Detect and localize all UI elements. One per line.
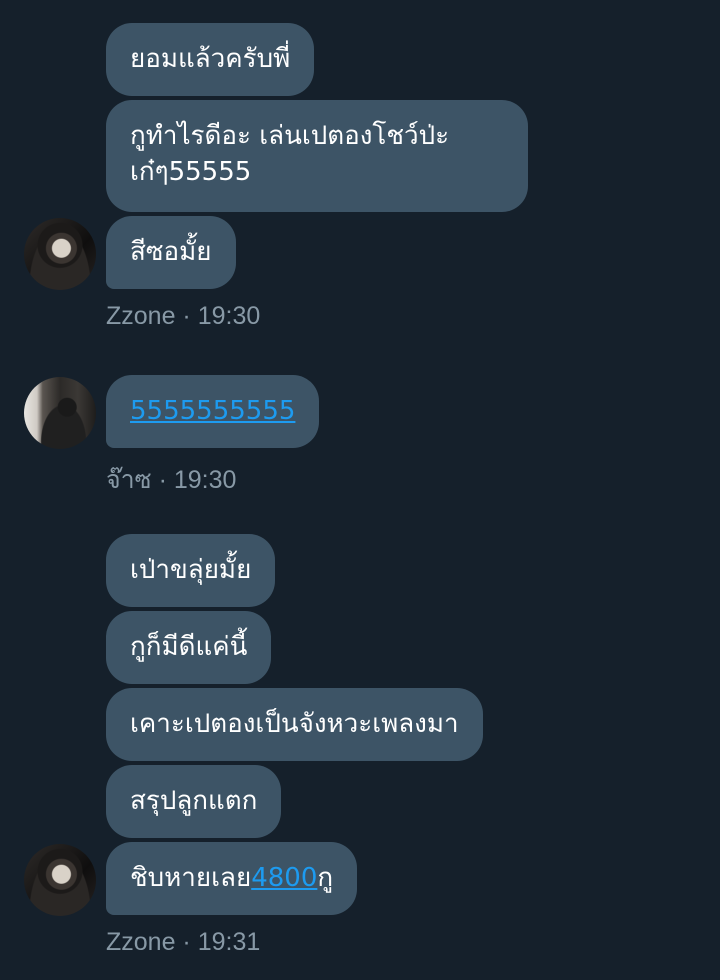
message-bubble[interactable]: ยอมแล้วครับพี่ — [106, 23, 315, 96]
sender-avatar[interactable] — [24, 844, 96, 916]
message-text: สีซอมั้ย — [130, 237, 212, 267]
message-link[interactable]: 4800 — [251, 863, 317, 893]
message-link[interactable]: 5555555555 — [130, 396, 295, 426]
message-meta: Zzone · 19:30 — [106, 302, 261, 330]
message-text: เคาะเปตองเป็นจังหวะเพลงมา — [130, 709, 459, 739]
message-bubble[interactable]: 5555555555 — [106, 375, 320, 448]
message-text: กูทำไรดีอะ เล่นเปตองโชว์ป่ะเก๋ๆ55555 — [130, 121, 450, 187]
message-text: ยอมแล้วครับพี่ — [130, 44, 291, 74]
message-bubble[interactable]: เคาะเปตองเป็นจังหวะเพลงมา — [106, 688, 483, 761]
message-bubble[interactable]: กูทำไรดีอะ เล่นเปตองโชว์ป่ะเก๋ๆ55555 — [106, 100, 528, 212]
message-text: เป่าขลุ่ยมั้ย — [130, 555, 252, 585]
message-text: ชิบหายเลย — [130, 863, 252, 893]
message-meta: Zzone · 19:31 — [106, 928, 261, 956]
dm-thread: ยอมแล้วครับพี่ กูทำไรดีอะ เล่นเปตองโชว์ป… — [0, 0, 720, 980]
message-bubble[interactable]: เป่าขลุ่ยมั้ย — [106, 534, 276, 607]
sender-avatar[interactable] — [24, 377, 96, 449]
message-meta: จ๊าซ · 19:30 — [106, 466, 237, 494]
message-bubble[interactable]: กูก็มีดีแค่นี้ — [106, 611, 272, 684]
message-bubble[interactable]: ชิบหายเลย4800กู — [106, 842, 358, 915]
message-bubble[interactable]: สรุปลูกแตก — [106, 765, 282, 838]
message-text: กูก็มีดีแค่นี้ — [130, 632, 248, 662]
message-bubble[interactable]: สีซอมั้ย — [106, 216, 236, 289]
sender-avatar[interactable] — [24, 218, 96, 290]
message-text: กู — [317, 863, 334, 893]
message-text: สรุปลูกแตก — [130, 786, 258, 816]
